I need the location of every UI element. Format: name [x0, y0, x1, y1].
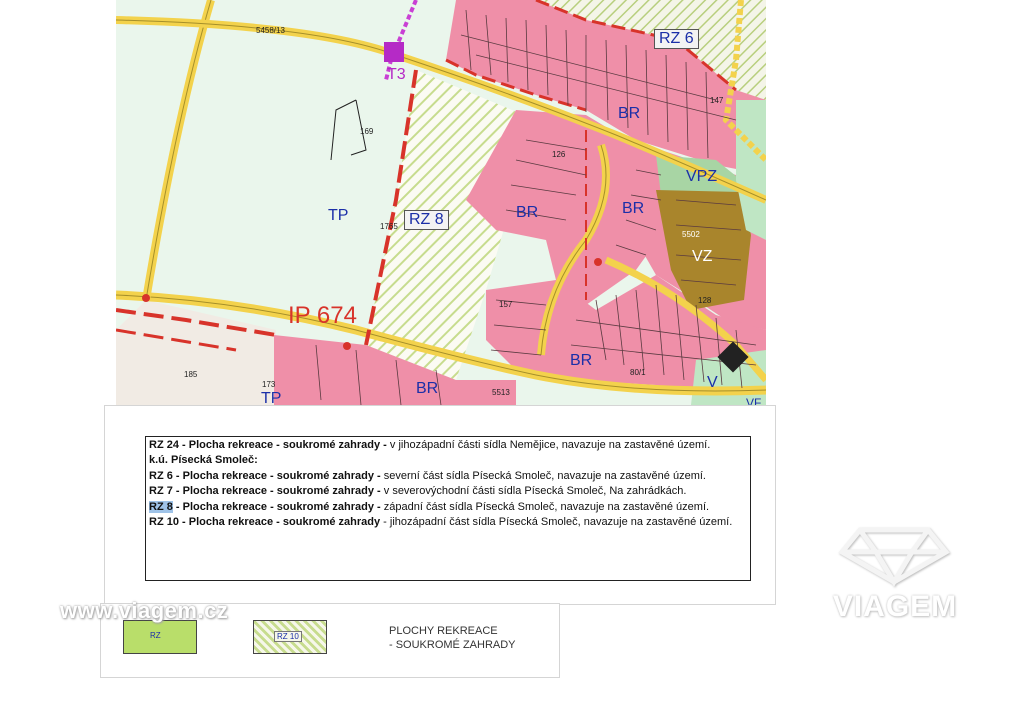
- rz8-text: západní část sídla Písecká Smoleč, navaz…: [380, 500, 710, 513]
- rz7-text: v severovýchodní části sídla Písecká Smo…: [380, 485, 687, 498]
- rz10-text: - jihozápadní část sídla Písecká Smoleč,…: [380, 516, 733, 529]
- parcel-number: 126: [552, 150, 566, 159]
- legend-text-line: PLOCHY REKREACE: [389, 625, 498, 637]
- parcel-number: 5513: [492, 388, 510, 397]
- description-line-rz6: RZ 6 - Plocha rekreace - soukromé zahrad…: [149, 470, 747, 483]
- zone-label-br-north: BR: [618, 105, 641, 122]
- map-drawing: [116, 0, 766, 405]
- parcel-number: 128: [698, 296, 712, 305]
- rz6-title: RZ 6 - Plocha rekreace - soukromé zahrad…: [149, 469, 381, 482]
- description-box: RZ 24 - Plocha rekreace - soukromé zahra…: [145, 436, 751, 581]
- legend-text-line: - SOUKROMÉ ZAHRADY: [389, 639, 516, 651]
- rz24-title: RZ 24 - Plocha rekreace - soukromé zahra…: [149, 439, 387, 451]
- map-image: RZ 6 RZ 8 BR BR BR BR BR TP TP VPZ VZ V …: [116, 0, 766, 405]
- rz8-highlight: RZ 8: [149, 500, 173, 513]
- zone-label-ip674: IP 674: [288, 302, 357, 329]
- parcel-number: 185: [184, 370, 198, 379]
- description-line-rz10: RZ 10 - Plocha rekreace - soukromé zahra…: [149, 516, 747, 529]
- parcel-number: 80/1: [630, 368, 646, 377]
- legend-swatch-hatched: RZ 10: [253, 620, 327, 654]
- description-line-ku: k.ú. Písecká Smoleč:: [149, 454, 747, 467]
- rz24-text: v jihozápadní části sídla Nemějice, nava…: [386, 439, 711, 451]
- zone-label-tp-bottom: TP: [261, 390, 282, 405]
- legend-swatch-solid: RZ: [123, 620, 197, 654]
- description-line-rz7: RZ 7 - Plocha rekreace - soukromé zahrad…: [149, 485, 747, 498]
- description-panel: RZ 24 - Plocha rekreace - soukromé zahra…: [104, 405, 776, 605]
- parcel-number: 147: [710, 96, 724, 105]
- zone-label-rz8: RZ 8: [404, 210, 449, 230]
- ku-heading: k.ú. Písecká Smoleč:: [149, 454, 258, 467]
- legend-swatch-label: RZ: [150, 631, 161, 640]
- zone-label-br-east: BR: [622, 200, 645, 217]
- parcel-number: 1765: [380, 222, 398, 231]
- description-line-rz8: RZ 8 - Plocha rekreace - soukromé zahrad…: [149, 500, 747, 514]
- parcel-number: 169: [360, 127, 374, 136]
- brand-watermark: VIAGEM: [832, 590, 958, 623]
- zone-label-tp: TP: [328, 207, 349, 224]
- zone-label-br-center: BR: [516, 204, 539, 221]
- zone-label-vf: VF: [746, 396, 762, 405]
- zone-label-br-south: BR: [570, 352, 593, 369]
- parcel-number: 173: [262, 380, 276, 389]
- rz10-title: RZ 10 - Plocha rekreace - soukromé zahra…: [149, 516, 381, 529]
- zone-label-t3: T3: [387, 66, 406, 83]
- site-watermark: www.viagem.cz: [60, 598, 229, 623]
- rz6-text: severní část sídla Písecká Smoleč, navaz…: [380, 469, 706, 482]
- zone-label-vpz: VPZ: [686, 168, 718, 185]
- legend-text: PLOCHY REKREACE - SOUKROMÉ ZAHRADY: [389, 624, 516, 652]
- zone-label-br-southwest: BR: [416, 380, 439, 397]
- zone-label-rz6: RZ 6: [654, 29, 699, 49]
- parcel-number: 157: [499, 300, 513, 309]
- legend-swatch-label: RZ 10: [274, 631, 302, 642]
- parcel-number: 5502: [682, 230, 700, 239]
- parcel-number: 5458/13: [256, 26, 285, 35]
- rz8-title: - Plocha rekreace - soukromé zahrady -: [172, 500, 381, 513]
- zone-label-v: V: [707, 374, 718, 391]
- description-line-rz24: RZ 24 - Plocha rekreace - soukromé zahra…: [149, 439, 747, 452]
- rz7-title: RZ 7 - Plocha rekreace - soukromé zahrad…: [149, 485, 381, 498]
- zone-label-vz: VZ: [692, 248, 713, 265]
